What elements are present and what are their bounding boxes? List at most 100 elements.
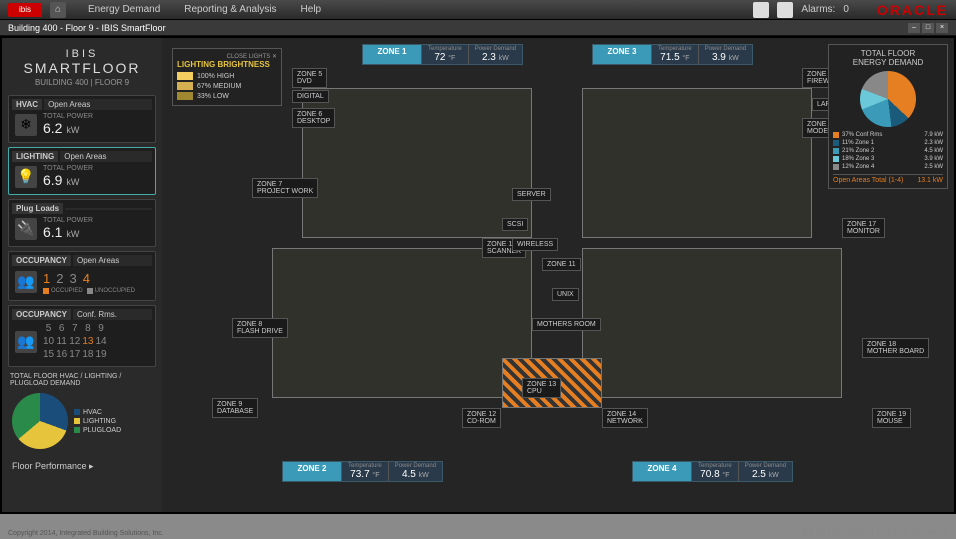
plug-icon: 🔌 <box>15 218 37 240</box>
window-title: Building 400 - Floor 9 - IBIS SmartFloor <box>8 23 166 33</box>
zone-1-name: ZONE 1 <box>363 45 421 64</box>
occ-conf-5: 5 <box>43 323 54 334</box>
pie-chart-right <box>860 71 916 127</box>
hvac-power-label: TOTAL POWER <box>43 113 149 120</box>
menu-energy[interactable]: Energy Demand <box>76 4 172 15</box>
occ-conf-8: 8 <box>82 323 93 334</box>
plug-value: 6.1 <box>43 224 62 240</box>
occ-conf-11: 11 <box>56 336 67 347</box>
zone-4-area[interactable] <box>582 248 842 398</box>
minimize-icon[interactable]: – <box>908 23 920 33</box>
bulb-icon: 💡 <box>15 166 37 188</box>
hvac-unit: kW <box>66 125 79 135</box>
legend-hvac: HVAC <box>83 409 102 416</box>
hvac-panel[interactable]: HVACOpen Areas ❄ TOTAL POWER6.2 kW <box>8 95 156 143</box>
maximize-icon[interactable]: □ <box>922 23 934 33</box>
legend-row: 37% Conf Rms7.9 kW <box>833 131 943 139</box>
zone-4-name: ZONE 4 <box>633 462 691 481</box>
zone-label-z7: ZONE 7 PROJECT WORK <box>252 178 318 198</box>
brightness-high: 100% HIGH <box>197 73 234 80</box>
hvac-value: 6.2 <box>43 120 62 136</box>
occ-conf-sub: Conf. Rms. <box>73 309 152 320</box>
lighting-panel[interactable]: LIGHTINGOpen Areas 💡 TOTAL POWER6.9 kW <box>8 147 156 195</box>
zone-label-z14: ZONE 14 NETWORK <box>602 408 648 428</box>
occ-leg-unoccupied: UNOCCUPIED <box>95 288 135 294</box>
occ-1: 1 <box>43 271 50 286</box>
total-label: Open Areas Total (1-4) <box>833 177 903 184</box>
alarms-count: 0 <box>843 4 849 15</box>
zone-label-z10a: SERVER <box>512 188 551 201</box>
left-chart-panel: TOTAL FLOOR HVAC / LIGHTING / PLUGLOAD D… <box>8 371 156 453</box>
plug-power-label: TOTAL POWER <box>43 217 149 224</box>
zone-2-area[interactable] <box>272 248 532 398</box>
occ-conf-17: 17 <box>69 349 80 360</box>
occupancy-conf-panel[interactable]: OCCUPANCYConf. Rms. 👥 567891011121314151… <box>8 305 156 367</box>
occ-leg-occupied: OCCUPIED <box>51 288 83 294</box>
zone-label-z8: ZONE 8 FLASH DRIVE <box>232 318 288 338</box>
zone-3-stats: ZONE 3 Temperature71.5 °F Power Demand3.… <box>592 44 753 65</box>
zone-label-z12: ZONE 12 CD-ROM <box>462 408 501 428</box>
person-icon: 👥 <box>15 271 37 293</box>
brightness-med: 67% MEDIUM <box>197 83 241 90</box>
person-icon-2: 👥 <box>15 331 37 353</box>
occupancy-open-panel[interactable]: OCCUPANCYOpen Areas 👥 1 2 3 4 OCCUPIEDUN… <box>8 251 156 301</box>
occ-conf-10: 10 <box>43 336 54 347</box>
ibis-logo: ibis <box>8 3 42 17</box>
zone-label-z11b: MOTHERS ROOM <box>532 318 601 331</box>
zone-label-z11: ZONE 11 <box>542 258 581 271</box>
ibs-logo: iBS INTEGRATED Building Solutions <box>800 527 948 537</box>
alert-icon[interactable] <box>753 2 769 18</box>
hvac-icon: ❄ <box>15 114 37 136</box>
lighting-sub: Open Areas <box>60 151 152 162</box>
occ-conf-9: 9 <box>96 323 107 334</box>
home-icon[interactable]: ⌂ <box>50 2 66 18</box>
app-title: IBIS SMARTFLOOR BUILDING 400 | FLOOR 9 <box>8 44 156 91</box>
hvac-sub: Open Areas <box>44 99 152 110</box>
legend-row: 12% Zone 42.5 kW <box>833 163 943 171</box>
legend-lighting: LIGHTING <box>83 418 116 425</box>
zone-1-stats: ZONE 1 Temperature72 °F Power Demand2.3 … <box>362 44 523 65</box>
occ-conf-12: 12 <box>69 336 80 347</box>
close-icon[interactable]: × <box>936 23 948 33</box>
zone-2-name: ZONE 2 <box>283 462 341 481</box>
zone-label-z13: ZONE 13 CPU <box>522 378 561 398</box>
occ-conf-6: 6 <box>56 323 67 334</box>
plug-panel[interactable]: Plug Loads 🔌 TOTAL POWER6.1 kW <box>8 199 156 247</box>
zone-label-z5b: DIGITAL <box>292 90 329 103</box>
user-icon[interactable] <box>777 2 793 18</box>
menu-help[interactable]: Help <box>289 4 334 15</box>
plug-sub <box>65 208 152 210</box>
occ-open-sub: Open Areas <box>73 255 152 266</box>
lighting-value: 6.9 <box>43 172 62 188</box>
zone-label-z17: ZONE 17 MONITOR <box>842 218 885 238</box>
energy-demand-panel: TOTAL FLOOR ENERGY DEMAND 37% Conf Rms7.… <box>828 44 948 189</box>
brightness-panel: CLOSE LIGHTS ✕ LIGHTING BRIGHTNESS 100% … <box>172 48 282 106</box>
zone-label-z18: ZONE 18 MOTHER BOARD <box>862 338 929 358</box>
window-titlebar: Building 400 - Floor 9 - IBIS SmartFloor… <box>0 20 956 36</box>
plug-unit: kW <box>66 229 79 239</box>
lighting-power-label: TOTAL POWER <box>43 165 149 172</box>
floor-performance-link[interactable]: Floor Performance ▸ <box>8 457 156 476</box>
occ-conf-16: 16 <box>56 349 67 360</box>
z2-temp: 73.7 <box>350 469 369 480</box>
zone-label-z19: ZONE 19 MOUSE <box>872 408 911 428</box>
occ-conf-15: 15 <box>43 349 54 360</box>
z3-pow: 3.9 <box>712 52 726 63</box>
z4-temp: 70.8 <box>700 469 719 480</box>
menu-reporting[interactable]: Reporting & Analysis <box>172 4 288 15</box>
total-value: 13.1 kW <box>917 177 943 184</box>
zone-1-area[interactable] <box>302 88 532 238</box>
right-panel-title: TOTAL FLOOR ENERGY DEMAND <box>833 49 943 67</box>
floorplan-canvas[interactable]: CLOSE LIGHTS ✕ LIGHTING BRIGHTNESS 100% … <box>162 38 954 512</box>
occ-conf-7: 7 <box>69 323 80 334</box>
zone-3-area[interactable] <box>582 88 812 238</box>
app-name-2: SMARTFLOOR <box>8 60 156 76</box>
floor-label: FLOOR 9 <box>95 78 129 87</box>
left-chart-title: TOTAL FLOOR HVAC / LIGHTING / PLUGLOAD D… <box>8 371 156 389</box>
z2-pow: 4.5 <box>402 469 416 480</box>
z1-temp: 72 <box>434 52 445 63</box>
occ-conf-13: 13 <box>82 336 93 347</box>
close-lights-button[interactable]: CLOSE LIGHTS ✕ <box>177 53 277 60</box>
app-name-1: IBIS <box>8 48 156 60</box>
z1-pow: 2.3 <box>482 52 496 63</box>
